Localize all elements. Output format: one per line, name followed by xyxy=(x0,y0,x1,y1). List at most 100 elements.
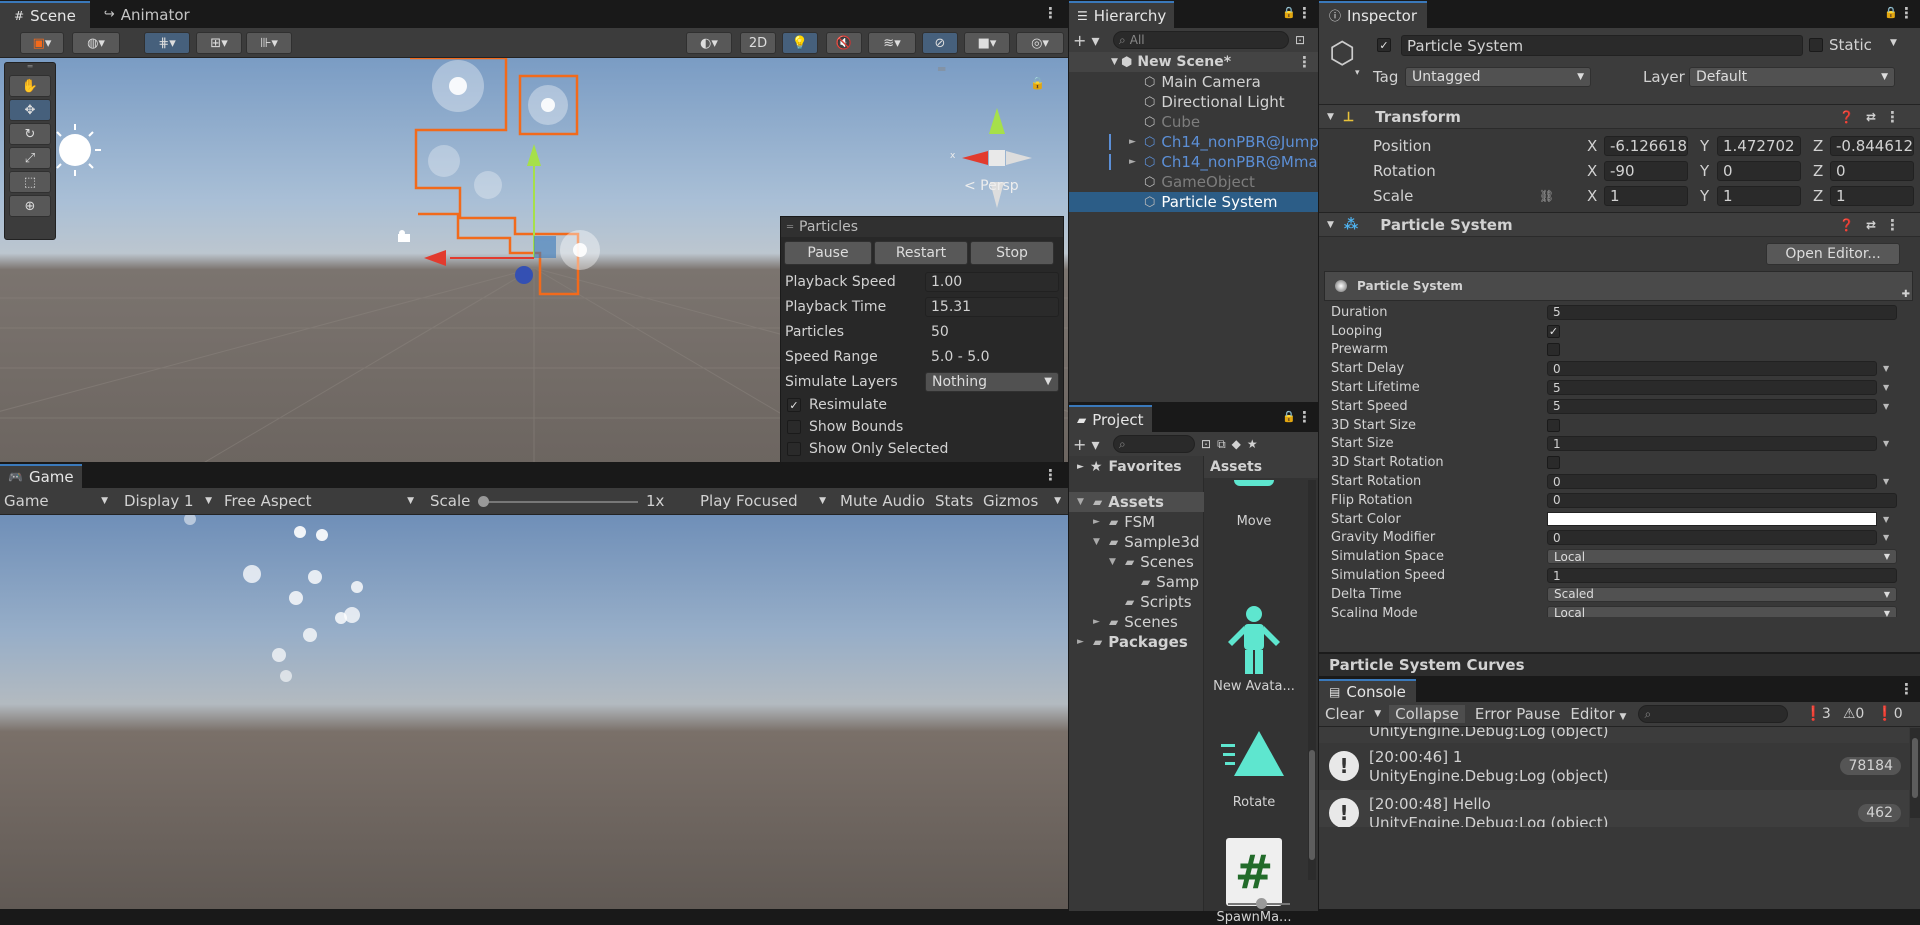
hidden-objects-button[interactable]: ⊘ xyxy=(922,32,958,54)
camera-settings-button[interactable]: ■ ▾ xyxy=(964,32,1010,54)
hierarchy-item[interactable]: ► ⬡ Ch14_nonPBR@Mma xyxy=(1069,152,1318,172)
project-lock-icon[interactable]: 🔒 xyxy=(1282,410,1296,423)
hierarchy-menu-icon[interactable]: ⋮ xyxy=(1297,4,1312,22)
option-checkbox[interactable]: ✓ xyxy=(787,398,801,412)
console-scrollbar[interactable] xyxy=(1910,728,1920,818)
particle-option-row[interactable]: Show Bounds xyxy=(781,416,1063,438)
ps-property-field[interactable]: 5 xyxy=(1547,304,1897,320)
project-tree-item[interactable]: ► ▰ Packages xyxy=(1069,632,1204,652)
shading-mode-button[interactable]: ◐ ▾ xyxy=(686,32,732,54)
transform-tool-icon[interactable]: ⊕ xyxy=(9,195,51,217)
ps-property-field[interactable]: 0 xyxy=(1547,530,1877,546)
asset-spawnmanager[interactable]: # SpawnMa... xyxy=(1204,834,1304,925)
transform-z-field[interactable]: 1 xyxy=(1830,185,1914,206)
option-checkbox[interactable] xyxy=(787,442,801,456)
editor-dropdown[interactable]: Editor ▼ xyxy=(1566,705,1630,723)
tab-game[interactable]: 🎮 Game xyxy=(0,464,82,488)
favorites-row[interactable]: ► ★ Favorites xyxy=(1069,456,1182,478)
expand-arrow-icon[interactable]: ▼ xyxy=(1077,497,1087,507)
scale-tool-icon[interactable]: ⤢ xyxy=(9,147,51,169)
transform-z-field[interactable]: 0 xyxy=(1830,160,1914,181)
project-search-input[interactable]: ⌕ xyxy=(1113,435,1195,453)
project-tree-item[interactable]: ▼ ▰ Sample3d xyxy=(1069,532,1204,552)
star-icon[interactable]: ★ xyxy=(1247,437,1258,451)
expand-arrow-icon[interactable]: ► xyxy=(1093,517,1103,527)
expand-arrow-icon[interactable]: ▼ xyxy=(1093,537,1103,547)
preset-icon[interactable]: ⇄ xyxy=(1866,110,1876,124)
audio-toggle-button[interactable]: 🔇 xyxy=(826,32,862,54)
ps-property-field[interactable]: 5 xyxy=(1547,398,1877,414)
effects-button[interactable]: ≋ ▾ xyxy=(868,32,916,54)
search-options-icon[interactable]: ⊡ xyxy=(1295,33,1305,47)
particle-option-row[interactable]: Show Only Selected xyxy=(781,438,1063,460)
project-tree-item[interactable]: ▰ Samp xyxy=(1069,572,1204,592)
constrain-proportions-icon[interactable]: ⛓ xyxy=(1539,189,1554,203)
particle-system-header[interactable]: ▼ ⁂ Particle System ❓ ⇄ ⋮ xyxy=(1319,212,1920,237)
ps-property-field[interactable]: 0 xyxy=(1547,492,1897,508)
ps-property-field[interactable]: 5 xyxy=(1547,380,1877,396)
object-name-field[interactable]: Particle System xyxy=(1401,35,1803,56)
ps-property-field[interactable]: 1 xyxy=(1547,568,1897,584)
hierarchy-lock-icon[interactable]: 🔒 xyxy=(1282,6,1296,19)
simulate-layers-dropdown[interactable]: Nothing ▼ xyxy=(925,371,1059,392)
scene-menu-dots-icon[interactable]: ⋮ xyxy=(1297,53,1312,71)
inspector-scrollbar[interactable] xyxy=(1908,224,1918,654)
ps-property-field[interactable]: 1 xyxy=(1547,436,1877,452)
ps-property-dropdown[interactable]: Local ▼ xyxy=(1547,549,1897,565)
open-editor-button[interactable]: Open Editor... xyxy=(1766,243,1900,265)
hierarchy-item[interactable]: ⬡ Main Camera xyxy=(1069,72,1318,92)
transform-y-field[interactable]: 0 xyxy=(1717,160,1801,181)
project-scrollbar[interactable] xyxy=(1308,480,1316,880)
project-tree-item[interactable]: ▰ Scripts xyxy=(1069,592,1204,612)
project-tree-item[interactable]: ▼ ▰ Scenes xyxy=(1069,552,1204,572)
stop-button[interactable]: Stop xyxy=(970,241,1054,265)
display-dropdown[interactable]: Display 1 ▼ xyxy=(124,492,216,510)
tag-icon[interactable]: ◆ xyxy=(1232,437,1241,451)
error-pause-toggle[interactable]: Error Pause xyxy=(1469,705,1566,723)
transform-header[interactable]: ▼ ⟂ Transform ❓ ⇄ ⋮ xyxy=(1319,104,1920,129)
info-filter-button[interactable]: ❗3 xyxy=(1804,706,1830,722)
transform-x-field[interactable]: -6.126618 xyxy=(1604,135,1688,156)
static-checkbox[interactable] xyxy=(1809,38,1823,52)
project-tree-item[interactable]: ► ▰ FSM xyxy=(1069,512,1204,532)
hierarchy-search-input[interactable]: ⌕ All xyxy=(1113,31,1289,49)
transform-y-field[interactable]: 1 xyxy=(1717,185,1801,206)
gizmo-menu-icon[interactable]: ═ xyxy=(938,62,945,76)
clear-button[interactable]: Clear xyxy=(1319,705,1368,723)
expand-arrow-icon[interactable]: ► xyxy=(1077,637,1087,647)
stats-button[interactable]: Stats xyxy=(935,492,973,510)
console-entry[interactable]: ! [20:00:46] 1 UnityEngine.Debug:Log (obje… xyxy=(1319,743,1909,790)
move-tool-icon[interactable]: ✥ xyxy=(9,99,51,121)
filter-type-icon[interactable]: ⊡ xyxy=(1201,437,1211,451)
tag-dropdown[interactable]: Untagged ▼ xyxy=(1405,67,1591,87)
gizmos-dropdown[interactable]: Gizmos ▼ xyxy=(983,492,1065,510)
inspector-menu-icon[interactable]: ⋮ xyxy=(1899,4,1914,22)
tab-project[interactable]: ▰ Project xyxy=(1069,405,1152,432)
transform-y-field[interactable]: 1.472702 xyxy=(1717,135,1801,156)
restart-button[interactable]: Restart xyxy=(874,241,968,265)
hierarchy-item[interactable]: ► ⬡ Ch14_nonPBR@Jump xyxy=(1069,132,1318,152)
ps-module-header[interactable]: Particle System ✚ xyxy=(1324,271,1913,301)
ps-property-checkbox[interactable] xyxy=(1547,343,1560,357)
aspect-dropdown[interactable]: Free Aspect ▼ xyxy=(224,492,418,510)
hierarchy-item[interactable]: ⬡ Cube xyxy=(1069,112,1318,132)
expand-arrow-icon[interactable]: ► xyxy=(1129,137,1136,147)
preset-icon[interactable]: ⇄ xyxy=(1866,218,1876,232)
curve-mode-icon[interactable]: ▼ xyxy=(1883,439,1889,448)
pause-button[interactable]: Pause xyxy=(784,241,872,265)
lighting-toggle-button[interactable]: 💡 xyxy=(782,32,818,54)
curve-mode-icon[interactable]: ▼ xyxy=(1883,515,1889,524)
filter-label-icon[interactable]: ⧉ xyxy=(1217,437,1226,452)
hand-tool-icon[interactable]: ✋ xyxy=(9,75,51,97)
tab-scene[interactable]: # Scene xyxy=(0,1,90,28)
ps-property-field[interactable]: 0 xyxy=(1547,361,1877,377)
transform-z-field[interactable]: -0.844612 xyxy=(1830,135,1914,156)
icon-size-slider[interactable] xyxy=(1228,898,1290,909)
render-mode-button[interactable]: ◍ ▾ xyxy=(72,32,120,54)
particle-stat-value[interactable]: 1.00 xyxy=(925,271,1059,292)
ps-property-checkbox[interactable]: ✓ xyxy=(1547,324,1560,338)
help-icon[interactable]: ❓ xyxy=(1839,218,1854,232)
hierarchy-item[interactable]: ⬡ GameObject xyxy=(1069,172,1318,192)
particle-stat-value[interactable]: 15.31 xyxy=(925,296,1059,317)
gameobject-cube-icon[interactable]: ⬡ xyxy=(1329,36,1355,71)
